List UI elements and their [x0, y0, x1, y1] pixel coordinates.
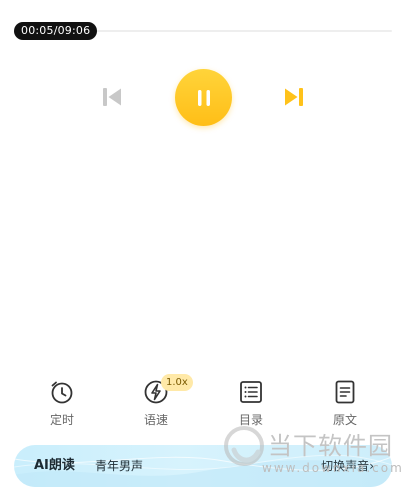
alarm-clock-icon	[51, 381, 73, 404]
time-readout: 00:05/09:06	[14, 22, 98, 40]
pause-button[interactable]	[175, 69, 232, 126]
list-icon	[240, 381, 262, 403]
watermark-text: 当下软件园	[268, 432, 393, 460]
audio-player-screen: 00:05/09:06 定时 语速 目录 原文 1.0x AI朗读 青年男声 切…	[0, 0, 408, 497]
document-icon	[335, 380, 355, 404]
timer-button[interactable]: 定时	[32, 378, 92, 434]
next-button[interactable]	[282, 85, 306, 109]
pause-icon	[197, 89, 210, 106]
timer-label: 定时	[49, 413, 74, 427]
skip-previous-icon	[103, 88, 121, 106]
watermark-url: www.downxia.com	[262, 461, 404, 475]
previous-button[interactable]	[100, 85, 124, 109]
skip-next-icon	[285, 88, 303, 106]
speed-badge: 1.0x	[161, 374, 193, 391]
ai-reading-title: AI朗读	[34, 458, 75, 473]
speed-label: 语速	[143, 413, 168, 427]
current-voice: 青年男声	[95, 459, 144, 473]
